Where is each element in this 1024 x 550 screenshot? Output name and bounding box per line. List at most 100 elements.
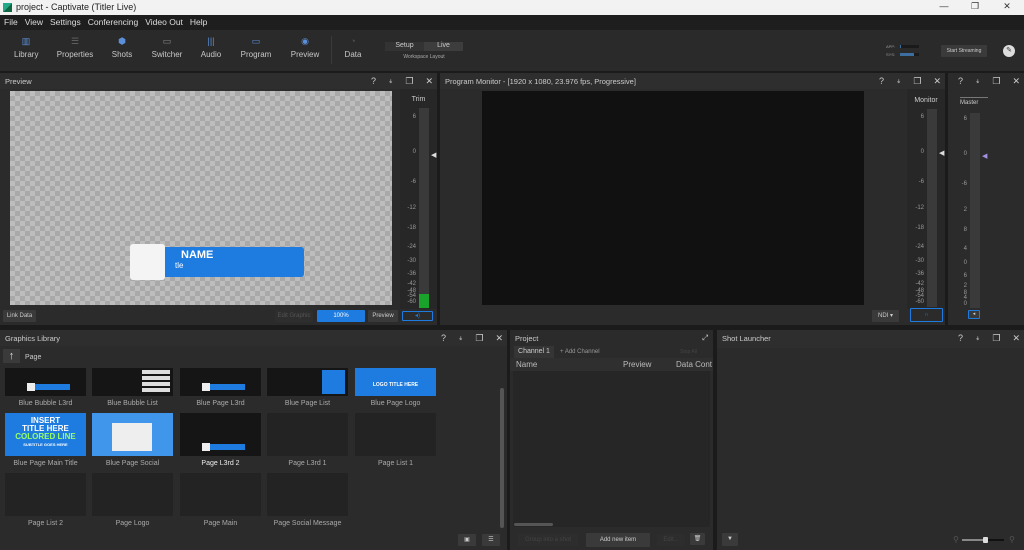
trim-handle-icon[interactable]: ◀ xyxy=(431,151,436,159)
library-thumbnail[interactable]: INSERT TITLE HERE COLORED LINE SUBTITLE GOE… xyxy=(5,413,86,456)
thumb-text: LOGO TITLE HERE xyxy=(372,382,419,388)
project-hscrollbar[interactable] xyxy=(514,523,553,526)
float-icon[interactable]: ❐ xyxy=(992,333,1000,344)
library-thumbnail[interactable] xyxy=(180,473,261,516)
help-icon[interactable]: ? xyxy=(958,333,963,344)
pin-icon[interactable]: ⍖ xyxy=(896,76,901,87)
column-preview[interactable]: Preview xyxy=(623,360,651,369)
library-thumbnail[interactable] xyxy=(5,368,86,396)
library-thumbnail[interactable] xyxy=(267,368,348,396)
close-button[interactable]: ✕ xyxy=(995,1,1019,12)
library-item-label: Blue Page Main Title xyxy=(13,460,78,467)
list-view-icon[interactable]: ☰ xyxy=(482,534,500,546)
close-icon[interactable]: ✕ xyxy=(933,76,941,87)
zoom-level[interactable]: 100% xyxy=(317,310,365,322)
toolbar-properties[interactable]: ☰ Properties xyxy=(56,36,94,59)
preview-button[interactable]: Preview xyxy=(368,310,398,322)
library-thumbnail[interactable] xyxy=(5,473,86,516)
library-thumbnail[interactable] xyxy=(180,368,261,396)
pin-icon[interactable]: ⍖ xyxy=(975,333,980,344)
view-toggle-icon[interactable]: ▣ xyxy=(458,534,476,546)
trash-icon[interactable]: 🗑 xyxy=(690,533,705,545)
help-icon[interactable]: ? xyxy=(958,76,963,87)
close-icon[interactable]: ✕ xyxy=(1012,333,1020,344)
workspace-setup[interactable]: Setup xyxy=(385,42,424,51)
toolbar-preview[interactable]: ◉ Preview xyxy=(290,36,320,59)
library-thumbnail[interactable] xyxy=(92,368,173,396)
library-thumbnail[interactable] xyxy=(267,473,348,516)
preview-canvas[interactable]: NAME tle xyxy=(10,91,392,305)
float-icon[interactable]: ❐ xyxy=(913,76,921,87)
toolbar-switcher[interactable]: ▭ Switcher xyxy=(150,36,184,59)
close-icon[interactable]: ✕ xyxy=(425,76,433,87)
float-icon[interactable]: ❐ xyxy=(405,76,413,87)
toolbar-shots[interactable]: ⬢ Shots xyxy=(110,36,134,59)
toolbar-program[interactable]: ▭ Program xyxy=(240,36,272,59)
library-thumbnail[interactable] xyxy=(180,413,261,456)
headphones-icon[interactable]: ∩ xyxy=(910,308,943,322)
close-icon[interactable]: ✕ xyxy=(1012,76,1020,87)
avatar[interactable]: ✎ xyxy=(1003,45,1015,57)
library-thumbnail[interactable] xyxy=(355,413,436,456)
column-name[interactable]: Name xyxy=(516,360,537,369)
toolbar-data[interactable]: ◔ Data xyxy=(342,36,364,59)
up-arrow-icon[interactable]: ↑ xyxy=(3,349,20,363)
meter-tick-label: 4 xyxy=(963,245,967,252)
menu-view[interactable]: View xyxy=(25,17,43,28)
link-data-button[interactable]: Link Data xyxy=(3,310,36,322)
library-thumbnail[interactable] xyxy=(267,413,348,456)
app-logo-icon xyxy=(3,3,12,12)
help-icon[interactable]: ? xyxy=(371,76,376,87)
output-select[interactable]: NDI ▾ xyxy=(872,310,899,322)
start-streaming-button[interactable]: Start Streaming xyxy=(941,45,987,57)
edit-button[interactable]: Edit... xyxy=(657,534,685,546)
monitor-handle-icon[interactable]: ◀ xyxy=(939,149,944,157)
pin-icon[interactable]: ⍖ xyxy=(458,333,463,344)
close-icon[interactable]: ✕ xyxy=(495,333,503,344)
maximize-button[interactable]: ❐ xyxy=(963,1,987,12)
toolbar-library[interactable]: ▥ Library xyxy=(14,36,38,59)
library-thumbnail[interactable] xyxy=(92,413,173,456)
menu-help[interactable]: Help xyxy=(190,17,207,28)
filter-icon[interactable]: ▼ xyxy=(722,533,738,546)
menu-conferencing[interactable]: Conferencing xyxy=(88,17,139,28)
zoom-slider[interactable] xyxy=(962,537,1004,543)
zoom-in-icon[interactable]: ⚲ xyxy=(1009,535,1015,544)
float-icon[interactable]: ❐ xyxy=(992,76,1000,87)
menu-settings[interactable]: Settings xyxy=(50,17,81,28)
meter-tick-label: -30 xyxy=(407,258,416,265)
library-item-label: Page Main xyxy=(203,520,238,527)
library-thumbnail[interactable] xyxy=(92,473,173,516)
add-channel-button[interactable]: + Add Channel xyxy=(560,349,600,355)
pin-icon[interactable]: ⍖ xyxy=(388,76,393,87)
speaker-icon[interactable]: ◂) xyxy=(402,311,433,321)
app-usage-label: APP: xyxy=(886,44,896,49)
minimize-button[interactable]: — xyxy=(932,1,956,11)
toolbar-audio[interactable]: ||| Audio xyxy=(200,36,222,59)
workspace-live[interactable]: Live xyxy=(424,42,463,51)
expand-icon[interactable]: ⤢ xyxy=(702,333,708,343)
help-icon[interactable]: ? xyxy=(879,76,884,87)
meter-tick-label: -6 xyxy=(410,178,416,185)
library-scrollbar[interactable] xyxy=(500,388,504,528)
column-data-content[interactable]: Data Cont xyxy=(676,360,712,369)
library-item-label: Blue Page List xyxy=(284,400,331,407)
speaker-icon[interactable]: ◂ xyxy=(968,310,980,319)
meter-tick-label: 0 xyxy=(963,151,967,158)
library-thumbnail[interactable]: LOGO TITLE HERE xyxy=(355,368,436,396)
edit-graphic-button[interactable]: Edit Graphic xyxy=(275,310,313,322)
master-handle-icon[interactable]: ◀ xyxy=(982,152,987,160)
pin-icon[interactable]: ⍖ xyxy=(975,76,980,87)
help-icon[interactable]: ? xyxy=(441,333,446,344)
float-icon[interactable]: ❐ xyxy=(475,333,483,344)
menu-file[interactable]: File xyxy=(4,17,18,28)
stop-all-button[interactable]: Stop All xyxy=(680,349,697,355)
meter-tick-label: -42 xyxy=(915,280,924,287)
menu-video-out[interactable]: Video Out xyxy=(145,17,183,28)
meter-tick-label: -60 xyxy=(915,299,924,305)
tab-channel-1[interactable]: Channel 1 xyxy=(514,346,554,358)
add-new-item-button[interactable]: Add new item xyxy=(586,533,650,547)
meter-tick-label: -12 xyxy=(915,204,924,211)
group-into-shot-button[interactable]: Group into a shot xyxy=(518,534,578,546)
zoom-out-icon[interactable]: ⚲ xyxy=(953,535,959,544)
